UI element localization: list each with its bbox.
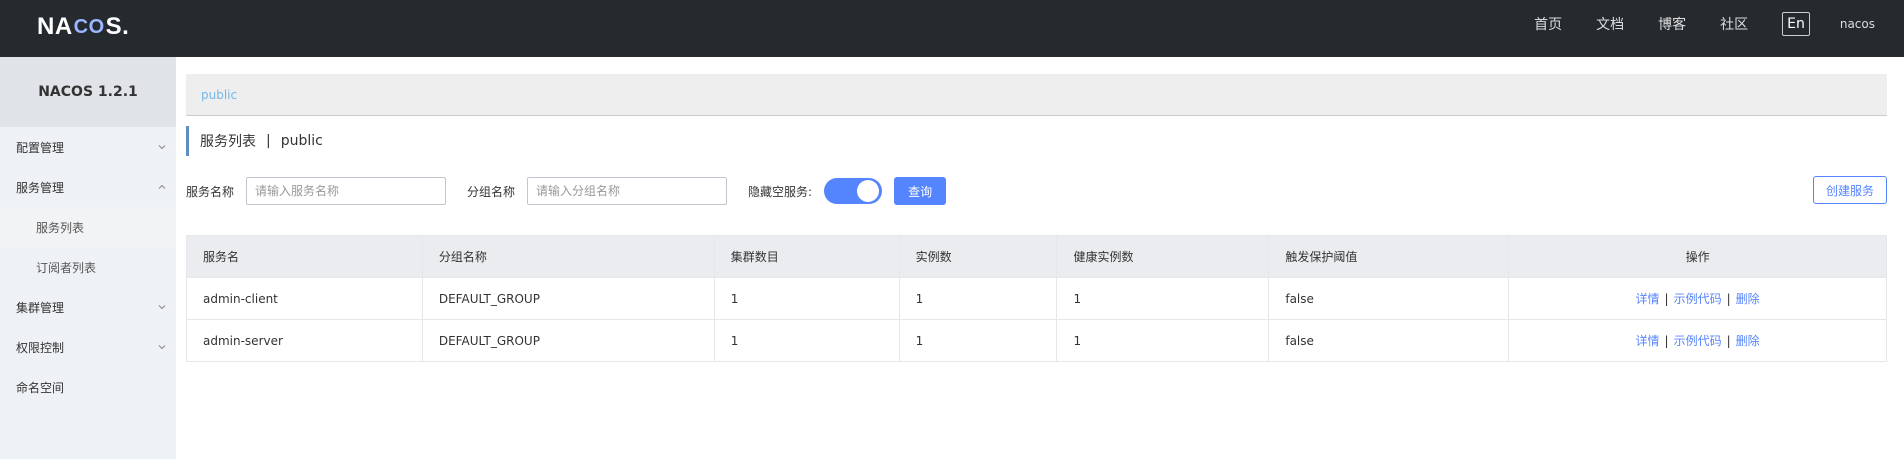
service-table: 服务名 分组名称 集群数目 实例数 健康实例数 触发保护阈值 操作 admin-… [186, 235, 1887, 362]
delete-link[interactable]: 删除 [1736, 334, 1760, 348]
create-service-button[interactable]: 创建服务 [1812, 176, 1887, 204]
group-name-label: 分组名称 [467, 184, 516, 199]
page-title-text: 服务列表 [200, 134, 256, 150]
column-header-protect-threshold[interactable]: 触发保护阈值 [1268, 235, 1510, 278]
hide-empty-services-toggle[interactable] [824, 178, 883, 204]
sidebar-item-service-management[interactable]: 服务管理 [0, 167, 176, 207]
sample-code-link[interactable]: 示例代码 [1674, 292, 1722, 306]
cell-protect-threshold: false [1268, 277, 1510, 320]
sidebar-item-label: 服务管理 [16, 180, 65, 195]
chevron-up-icon [158, 184, 166, 189]
column-header-operations: 操作 [1508, 235, 1887, 278]
nav-community[interactable]: 社区 [1720, 14, 1748, 34]
sidebar-item-namespace[interactable]: 命名空间 [0, 367, 176, 407]
cell-service-name: admin-client [186, 277, 423, 320]
sidebar-item-subscriber-list[interactable]: 订阅者列表 [0, 247, 176, 287]
page-title-namespace: public [280, 133, 323, 149]
hide-empty-services-label: 隐藏空服务: [748, 184, 813, 199]
group-name-input[interactable] [527, 177, 728, 205]
cell-cluster-count: 1 [713, 277, 900, 320]
main-content: public 服务列表 | public 服务名称 分组名称 隐藏空服务: 查询… [186, 74, 1887, 362]
table-header-row: 服务名 分组名称 集群数目 实例数 健康实例数 触发保护阈值 操作 [186, 235, 1887, 278]
cell-instance-count: 1 [898, 277, 1058, 320]
page-title: 服务列表 | public [186, 126, 323, 156]
cell-service-name: admin-server [186, 319, 423, 362]
cell-protect-threshold: false [1268, 319, 1510, 362]
top-header: NA CO S. 首页 文档 博客 社区 En nacos [0, 0, 1904, 57]
cell-healthy-instance-count: 1 [1056, 319, 1270, 362]
query-button[interactable]: 查询 [894, 177, 947, 205]
nav-docs[interactable]: 文档 [1596, 14, 1624, 34]
sidebar-title: NACOS 1.2.1 [0, 57, 176, 127]
nav-home[interactable]: 首页 [1534, 14, 1562, 34]
table-row: admin-server DEFAULT_GROUP 1 1 1 false 详… [186, 319, 1887, 362]
logo-text-right: S. [105, 13, 130, 40]
sidebar-item-label: 配置管理 [16, 140, 65, 155]
detail-link[interactable]: 详情 [1636, 334, 1660, 348]
column-header-cluster-count[interactable]: 集群数目 [713, 235, 900, 278]
namespace-bar: public [186, 74, 1887, 116]
sidebar-item-config-management[interactable]: 配置管理 [0, 127, 176, 167]
column-header-instance-count[interactable]: 实例数 [898, 235, 1058, 278]
sidebar-item-service-list[interactable]: 服务列表 [0, 207, 176, 247]
toggle-knob [857, 180, 880, 202]
sidebar-item-label: 命名空间 [16, 380, 65, 395]
op-separator: | [1726, 334, 1731, 348]
service-name-input[interactable] [246, 177, 447, 205]
logo-text-mid: CO [73, 15, 105, 38]
namespace-link-public[interactable]: public [201, 88, 237, 102]
cell-group-name: DEFAULT_GROUP [421, 319, 715, 362]
logo-text-left: NA [37, 13, 73, 40]
chevron-down-icon [158, 345, 166, 350]
op-separator: | [1726, 292, 1731, 306]
sidebar: NACOS 1.2.1 配置管理 服务管理 服务列表 订阅者列表 集群管理 权限… [0, 57, 176, 459]
sidebar-item-label: 权限控制 [16, 340, 65, 355]
sidebar-item-cluster-management[interactable]: 集群管理 [0, 287, 176, 327]
sample-code-link[interactable]: 示例代码 [1674, 334, 1722, 348]
nav-blog[interactable]: 博客 [1658, 14, 1686, 34]
cell-healthy-instance-count: 1 [1056, 277, 1270, 320]
filter-bar: 服务名称 分组名称 隐藏空服务: 查询 创建服务 [186, 176, 1887, 206]
chevron-down-icon [158, 145, 166, 150]
column-header-healthy-instance-count[interactable]: 健康实例数 [1056, 235, 1270, 278]
sidebar-item-label: 集群管理 [16, 300, 65, 315]
sidebar-item-access-control[interactable]: 权限控制 [0, 327, 176, 367]
cell-group-name: DEFAULT_GROUP [421, 277, 715, 320]
nacos-logo[interactable]: NA CO S. [37, 11, 129, 43]
top-nav: 首页 文档 博客 社区 En nacos [1500, 0, 1875, 47]
op-separator: | [1664, 292, 1669, 306]
service-name-label: 服务名称 [186, 184, 235, 199]
cell-instance-count: 1 [898, 319, 1058, 362]
delete-link[interactable]: 删除 [1736, 292, 1760, 306]
user-menu[interactable]: nacos [1840, 17, 1875, 31]
cell-operations: 详情 | 示例代码 | 删除 [1508, 277, 1887, 320]
language-switch-button[interactable]: En [1782, 11, 1810, 36]
detail-link[interactable]: 详情 [1636, 292, 1660, 306]
page-title-separator: | [266, 133, 271, 149]
table-row: admin-client DEFAULT_GROUP 1 1 1 false 详… [186, 277, 1887, 320]
cell-operations: 详情 | 示例代码 | 删除 [1508, 319, 1887, 362]
chevron-down-icon [158, 305, 166, 310]
cell-cluster-count: 1 [713, 319, 900, 362]
op-separator: | [1664, 334, 1669, 348]
column-header-group-name[interactable]: 分组名称 [421, 235, 715, 278]
column-header-service-name[interactable]: 服务名 [186, 235, 423, 278]
